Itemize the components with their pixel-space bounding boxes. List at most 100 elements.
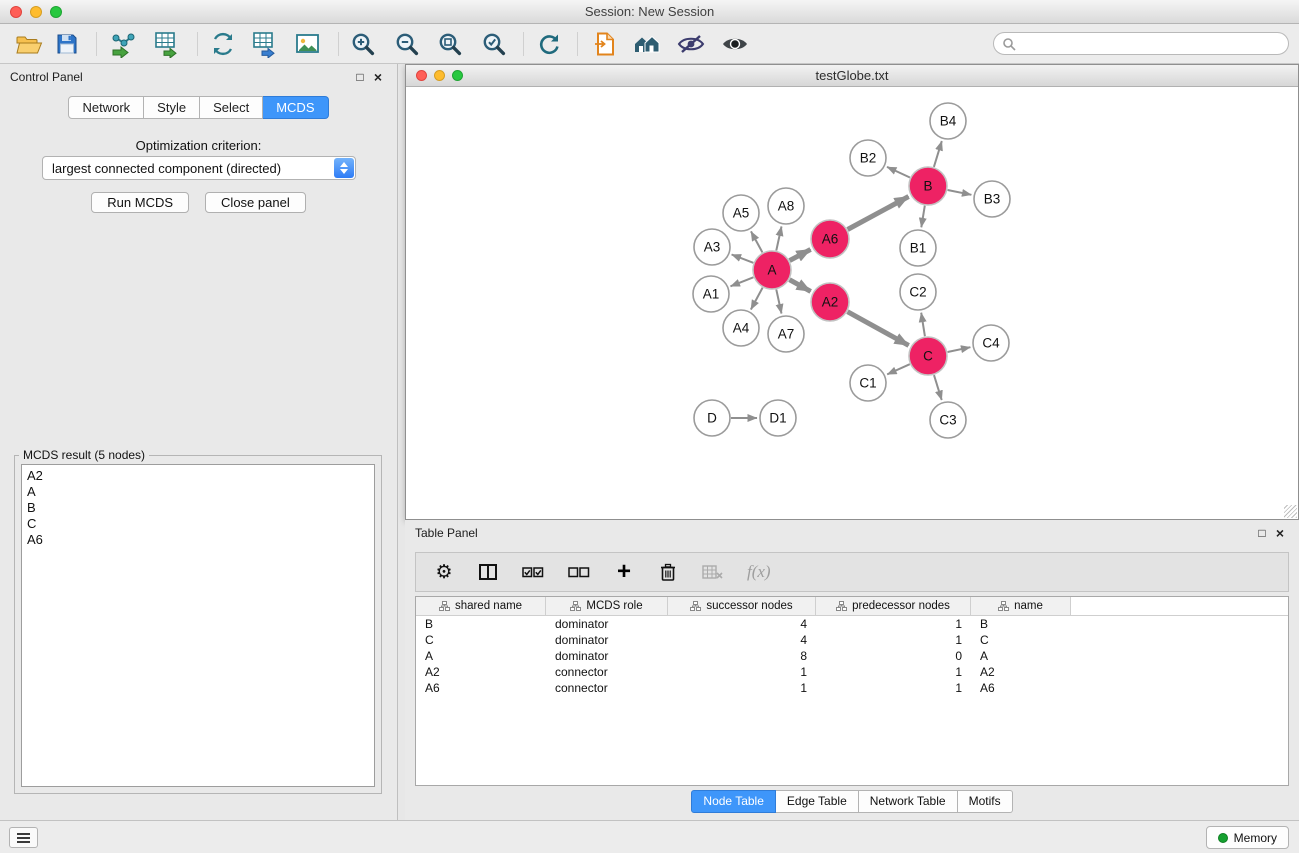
float-table-panel-icon[interactable]: □ [1253, 526, 1271, 540]
float-panel-icon[interactable]: □ [351, 70, 369, 84]
graph-node-B[interactable]: B [909, 167, 947, 205]
graph-edge-B-B3[interactable] [948, 190, 972, 195]
tab-style[interactable]: Style [144, 96, 200, 119]
memory-button[interactable]: Memory [1206, 826, 1289, 849]
select-all-icon[interactable] [522, 565, 544, 579]
graph-node-C4[interactable]: C4 [973, 325, 1009, 361]
graph-edge-C-C1[interactable] [887, 364, 910, 374]
close-window-button[interactable] [10, 6, 22, 18]
mcds-result-item[interactable]: C [27, 516, 369, 532]
network-window-titlebar[interactable]: testGlobe.txt [406, 65, 1298, 87]
graph-edge-A-A2[interactable] [790, 280, 811, 292]
close-table-panel-icon[interactable]: × [1271, 525, 1289, 541]
close-panel-icon[interactable]: × [369, 69, 387, 85]
minimize-window-button[interactable] [30, 6, 42, 18]
graph-node-A5[interactable]: A5 [723, 195, 759, 231]
refresh-button[interactable] [532, 30, 566, 58]
graph-edge-A-A6[interactable] [790, 249, 811, 260]
graph-edge-B-B2[interactable] [887, 167, 910, 178]
graph-node-C2[interactable]: C2 [900, 274, 936, 310]
tab-network-table[interactable]: Network Table [859, 790, 958, 813]
add-column-icon[interactable]: + [614, 562, 634, 582]
network-graph[interactable]: B4 B2 B B3 A5A8A6 B1 A3 A C2 A1 A2 A4A7 C4 C C1 C3 D D1 [406, 87, 1298, 519]
graph-node-C[interactable]: C [909, 337, 947, 375]
graph-edge-B-B4[interactable] [934, 141, 942, 167]
save-session-button[interactable] [50, 30, 84, 58]
graph-edge-A-A3[interactable] [732, 255, 754, 263]
mcds-result-item[interactable]: B [27, 500, 369, 516]
graph-node-A7[interactable]: A7 [768, 316, 804, 352]
tab-motifs[interactable]: Motifs [958, 790, 1013, 813]
tab-node-table[interactable]: Node Table [691, 790, 776, 813]
open-session-button[interactable] [12, 30, 46, 58]
graph-edge-A-A4[interactable] [751, 288, 763, 310]
panel-list-button[interactable] [9, 827, 38, 848]
graph-edge-A-A7[interactable] [776, 290, 781, 314]
graph-edge-A-A5[interactable] [751, 231, 762, 252]
table-row[interactable]: Cdominator41C [416, 632, 1288, 648]
column-header-predecessor-nodes[interactable]: predecessor nodes [816, 597, 971, 615]
graph-node-B4[interactable]: B4 [930, 103, 966, 139]
graph-node-A[interactable]: A [753, 251, 791, 289]
graph-node-A3[interactable]: A3 [694, 229, 730, 265]
close-panel-button[interactable]: Close panel [205, 192, 306, 213]
graph-edge-B-B1[interactable] [921, 206, 925, 228]
graph-node-A2[interactable]: A2 [811, 283, 849, 321]
graph-edge-C-C2[interactable] [921, 313, 925, 337]
deselect-all-icon[interactable] [568, 565, 590, 579]
home-network-button[interactable] [630, 30, 664, 58]
tab-network[interactable]: Network [68, 96, 144, 119]
table-row[interactable]: Bdominator41B [416, 616, 1288, 632]
table-row[interactable]: Adominator80A [416, 648, 1288, 664]
hide-elements-button[interactable] [674, 30, 708, 58]
zoom-window-button[interactable] [50, 6, 62, 18]
graph-node-A6[interactable]: A6 [811, 220, 849, 258]
tab-select[interactable]: Select [200, 96, 263, 119]
table-row[interactable]: A2connector11A2 [416, 664, 1288, 680]
graph-edge-A-A8[interactable] [776, 227, 781, 251]
graph-node-A1[interactable]: A1 [693, 276, 729, 312]
run-mcds-button[interactable]: Run MCDS [91, 192, 189, 213]
graph-node-D1[interactable]: D1 [760, 400, 796, 436]
zoom-in-button[interactable] [346, 30, 380, 58]
graph-edge-A6-B[interactable] [848, 197, 909, 230]
import-network-button[interactable] [106, 30, 140, 58]
mcds-result-item[interactable]: A6 [27, 532, 369, 548]
criterion-dropdown[interactable]: largest connected component (directed) [42, 156, 356, 180]
network-zoom-button[interactable] [452, 70, 463, 81]
column-header-MCDS-role[interactable]: MCDS role [546, 597, 668, 615]
table-settings-icon[interactable]: ⚙ [434, 561, 454, 583]
graph-node-A8[interactable]: A8 [768, 188, 804, 224]
tab-mcds[interactable]: MCDS [263, 96, 328, 119]
search-input[interactable] [1022, 37, 1280, 51]
export-image-button[interactable] [292, 30, 326, 58]
graph-node-A4[interactable]: A4 [723, 310, 759, 346]
graph-node-B2[interactable]: B2 [850, 140, 886, 176]
export-table-button[interactable] [248, 30, 282, 58]
zoom-selected-button[interactable] [477, 30, 511, 58]
graph-node-C1[interactable]: C1 [850, 365, 886, 401]
graph-edge-C-C3[interactable] [934, 375, 942, 400]
column-header-successor-nodes[interactable]: successor nodes [668, 597, 816, 615]
mcds-result-item[interactable]: A2 [27, 468, 369, 484]
show-columns-icon[interactable] [478, 564, 498, 580]
graph-edge-A-A1[interactable] [731, 277, 754, 286]
column-header-name[interactable]: name [971, 597, 1071, 615]
network-close-button[interactable] [416, 70, 427, 81]
search-box[interactable] [993, 32, 1289, 55]
import-table-button[interactable] [150, 30, 184, 58]
tab-edge-table[interactable]: Edge Table [776, 790, 859, 813]
mcds-result-item[interactable]: A [27, 484, 369, 500]
graph-node-B3[interactable]: B3 [974, 181, 1010, 217]
graph-node-B1[interactable]: B1 [900, 230, 936, 266]
graph-edge-A2-C[interactable] [848, 312, 909, 346]
zoom-fit-button[interactable] [433, 30, 467, 58]
open-document-button[interactable] [588, 30, 622, 58]
graph-edge-C-C4[interactable] [948, 347, 971, 352]
delete-column-icon[interactable] [658, 563, 678, 582]
new-network-button[interactable] [206, 30, 240, 58]
resize-grip-icon[interactable] [1284, 505, 1297, 518]
graph-node-C3[interactable]: C3 [930, 402, 966, 438]
network-minimize-button[interactable] [434, 70, 445, 81]
graph-node-D[interactable]: D [694, 400, 730, 436]
